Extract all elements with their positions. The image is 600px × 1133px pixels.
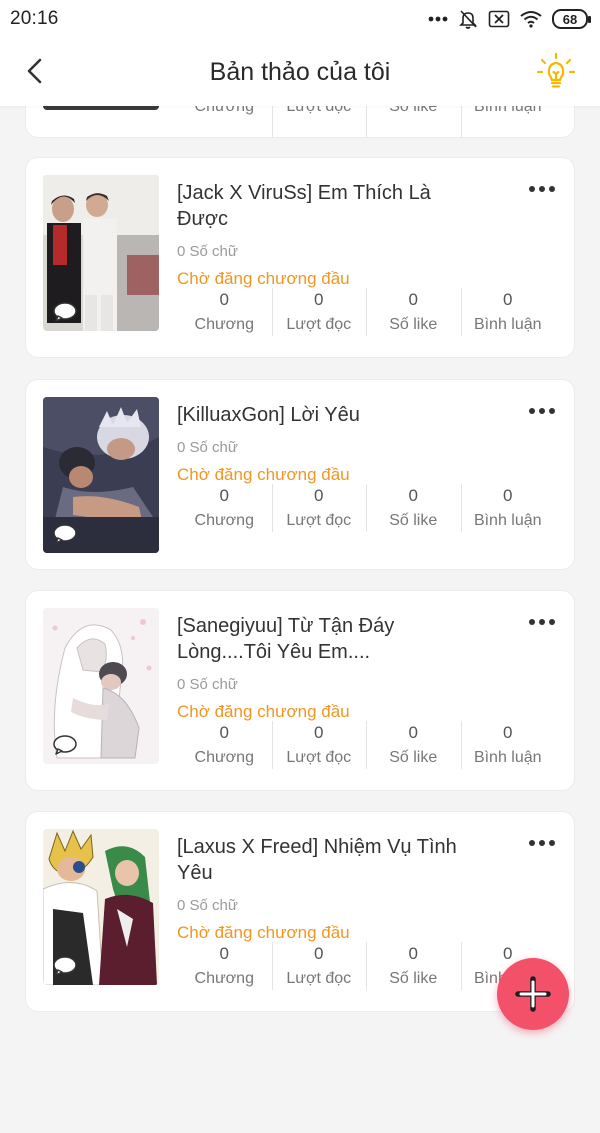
chevron-left-icon[interactable] — [22, 56, 50, 86]
stat-reads: 0 Lượt đọc — [271, 942, 367, 992]
stat-value: 0 — [408, 486, 418, 505]
draft-card[interactable]: [Laxus X Freed] Nhiệm Vụ Tình Yêu 0 Số c… — [26, 812, 574, 1011]
stat-value: 0 — [408, 723, 418, 742]
stat-label: Số like — [389, 512, 438, 529]
draft-title[interactable]: [Jack X ViruSs] Em Thích Là Được — [177, 180, 487, 232]
stat-label: Số like — [389, 970, 438, 987]
stat-label: Chương — [194, 512, 254, 529]
draft-stats: 0 Chương 0 Lượt đọc 0 Số like 0 Bình luậ… — [177, 721, 555, 771]
stat-value: 0 — [219, 944, 229, 963]
draft-card[interactable]: [Jack X ViruSs] Em Thích Là Được 0 Số ch… — [26, 158, 574, 357]
stat-reads: 0 Lượt đọc — [271, 721, 367, 771]
more-horizontal-icon[interactable] — [528, 838, 556, 848]
stat-chapters: 0 Chương — [177, 721, 272, 771]
draft-title[interactable]: [Sanegiyuu] Từ Tận Đáy Lòng....Tôi Yêu E… — [177, 613, 487, 665]
draft-title[interactable]: [KilluaxGon] Lời Yêu — [177, 402, 487, 428]
top-app-bar: Bản thảo của tôi — [0, 38, 600, 106]
draft-status: Chờ đăng chương đầu — [177, 923, 350, 942]
draft-cover[interactable] — [43, 397, 159, 553]
draft-status: Chờ đăng chương đầu — [177, 269, 350, 288]
draft-stats: 0 Chương 0 Lượt đọc 0 Số like 0 Bình luậ… — [177, 288, 555, 338]
stat-value: 0 — [408, 290, 418, 309]
word-count: 0 Số chữ — [177, 243, 238, 260]
stat-label: Chương — [194, 749, 254, 766]
stat-likes: 0 Số like — [366, 288, 461, 338]
add-draft-button[interactable] — [497, 958, 569, 1030]
stat-comments: 0 Bình luận — [460, 721, 556, 771]
sim-x-icon — [488, 10, 510, 28]
stat-value: 0 — [219, 723, 229, 742]
stat-likes: 0 Số like — [366, 484, 461, 534]
stat-chapters: 0 Chương — [177, 942, 272, 992]
stat-value: 0 — [503, 486, 513, 505]
draft-status: Chờ đăng chương đầu — [177, 465, 350, 484]
plus-icon — [515, 976, 551, 1012]
page-title: Bản thảo của tôi — [209, 57, 391, 86]
status-bar: 20:16 68 — [0, 0, 600, 38]
draft-card[interactable]: [Sanegiyuu] Từ Tận Đáy Lòng....Tôi Yêu E… — [26, 591, 574, 790]
stat-label: Bình luận — [473, 749, 542, 766]
stat-value: 0 — [503, 290, 513, 309]
stat-chapters: 0 Chương — [177, 484, 272, 534]
stat-label: Lượt đọc — [286, 749, 352, 766]
stat-value: 0 — [219, 290, 229, 309]
chat-bubble-icon — [53, 302, 77, 322]
stat-value: 0 — [314, 723, 324, 742]
stat-value: 0 — [503, 723, 513, 742]
battery-indicator: 68 — [552, 9, 591, 29]
chat-bubble-icon — [53, 524, 77, 544]
draft-stats: 0 Chương 0 Lượt đọc 0 Số like 0 Bình luậ… — [177, 484, 555, 534]
stat-label: Bình luận — [473, 512, 542, 529]
stat-chapters: 0 Chương — [177, 288, 272, 338]
more-horizontal-icon[interactable] — [528, 617, 556, 627]
stat-comments: 0 Bình luận — [460, 484, 556, 534]
word-count: 0 Số chữ — [177, 897, 238, 914]
lightbulb-icon[interactable] — [536, 52, 576, 92]
stat-reads: 0 Lượt đọc — [271, 484, 367, 534]
stat-label: Số like — [389, 316, 438, 333]
status-icons: 68 — [428, 9, 591, 29]
stat-label: Lượt đọc — [286, 316, 352, 333]
draft-cover[interactable] — [43, 175, 159, 331]
draft-status: Chờ đăng chương đầu — [177, 702, 350, 721]
stat-reads: 0 Lượt đọc — [271, 288, 367, 338]
word-count: 0 Số chữ — [177, 439, 238, 456]
draft-card[interactable]: [KilluaxGon] Lời Yêu 0 Số chữ Chờ đăng c… — [26, 380, 574, 569]
more-horizontal-icon[interactable] — [528, 184, 556, 194]
stat-label: Bình luận — [473, 316, 542, 333]
word-count: 0 Số chữ — [177, 676, 238, 693]
chat-bubble-icon — [53, 735, 77, 755]
more-dots-icon — [428, 16, 448, 22]
wifi-icon — [520, 11, 542, 28]
stat-comments: 0 Bình luận — [460, 288, 556, 338]
status-time: 20:16 — [10, 8, 59, 29]
draft-cover[interactable] — [43, 829, 159, 985]
stat-label: Lượt đọc — [286, 970, 352, 987]
chat-bubble-icon — [53, 956, 77, 976]
stat-likes: 0 Số like — [366, 942, 461, 992]
stat-label: Chương — [194, 970, 254, 987]
stat-value: 0 — [314, 944, 324, 963]
stat-value: 0 — [408, 944, 418, 963]
stat-likes: 0 Số like — [366, 721, 461, 771]
stat-label: Lượt đọc — [286, 512, 352, 529]
stat-value: 0 — [314, 290, 324, 309]
stat-value: 0 — [219, 486, 229, 505]
stat-label: Chương — [194, 316, 254, 333]
draft-cover[interactable] — [43, 608, 159, 764]
draft-title[interactable]: [Laxus X Freed] Nhiệm Vụ Tình Yêu — [177, 834, 487, 886]
more-horizontal-icon[interactable] — [528, 406, 556, 416]
stat-label: Số like — [389, 749, 438, 766]
notifications-muted-icon — [459, 10, 477, 29]
stat-value: 0 — [314, 486, 324, 505]
